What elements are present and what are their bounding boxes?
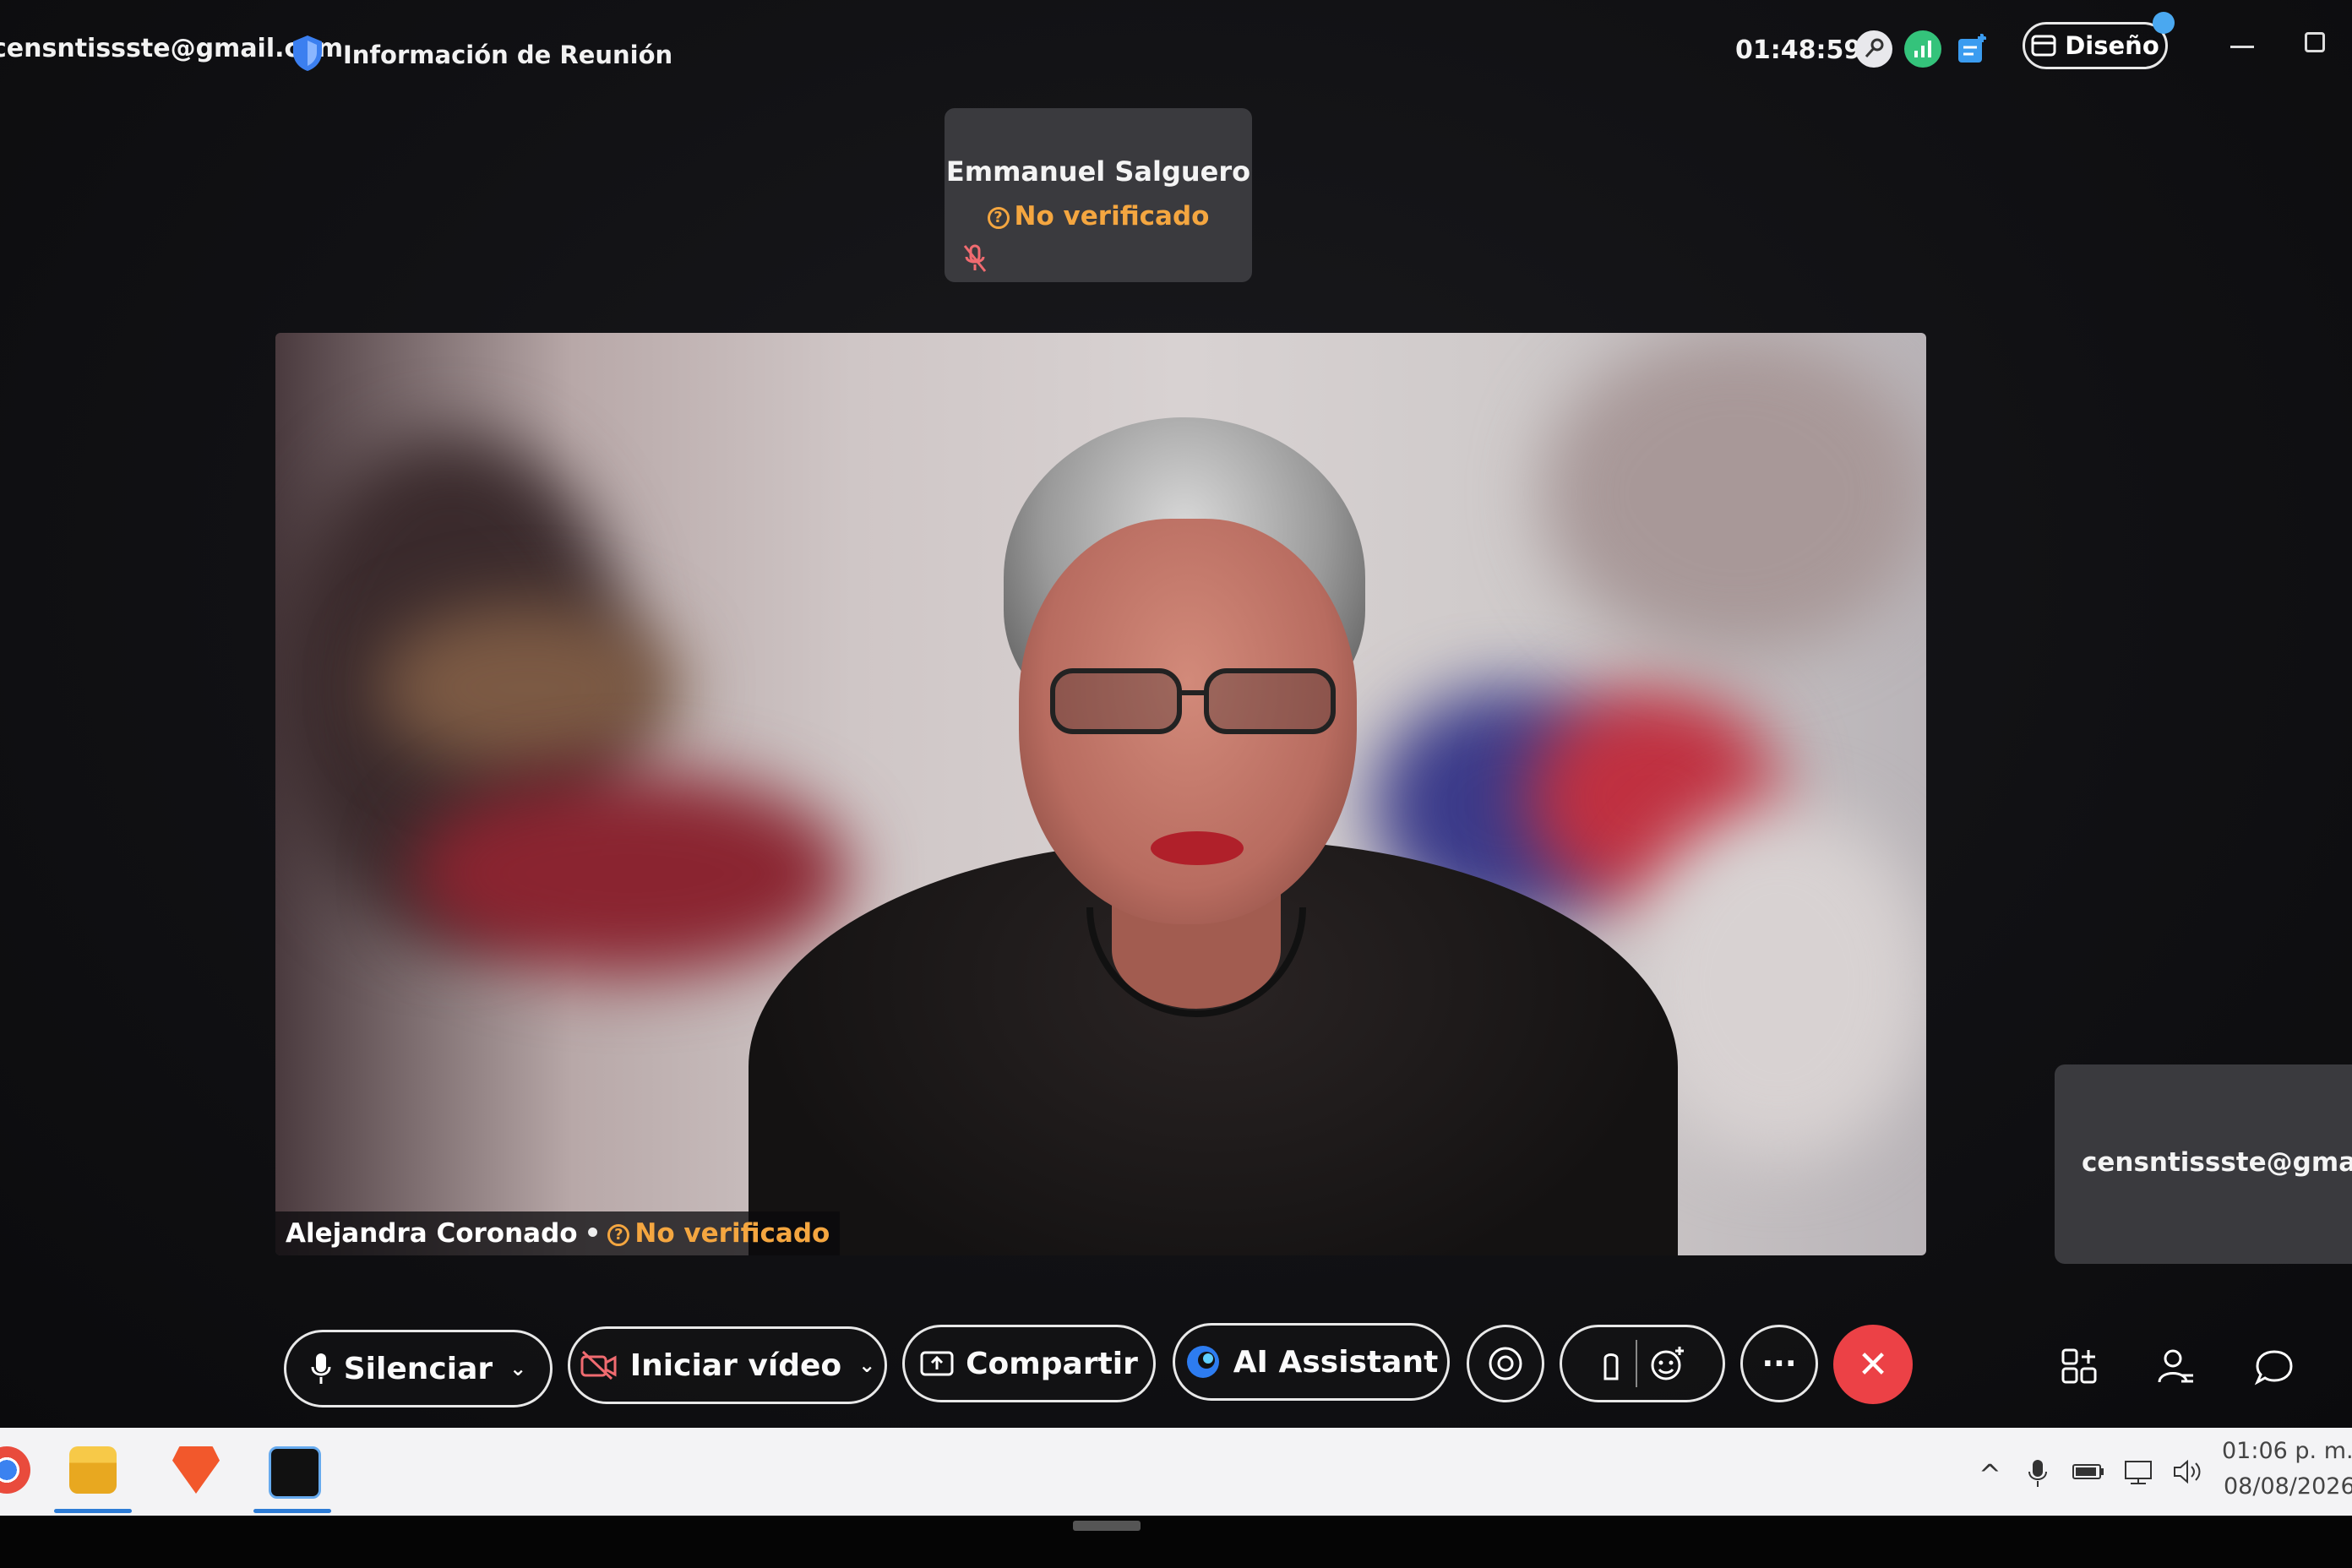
raise-hand-icon[interactable]: [1598, 1345, 1624, 1382]
more-options-button[interactable]: ···: [1740, 1325, 1818, 1402]
chevron-down-icon[interactable]: ⌄: [509, 1357, 526, 1380]
record-button[interactable]: [1467, 1325, 1544, 1402]
os-taskbar: ^ 01:06 p. m. 08/08/2026: [0, 1428, 2352, 1516]
stats-icon[interactable]: [1904, 30, 1941, 68]
ai-assistant-button[interactable]: AI Assistant: [1173, 1323, 1450, 1401]
folder-icon[interactable]: [69, 1446, 117, 1494]
meeting-controls: Silenciar ⌄ Iniciar vídeo ⌄ Compartir AI…: [0, 1301, 2352, 1428]
background-blur: [411, 772, 850, 975]
meeting-timer: 01:48:59: [1735, 35, 1862, 65]
microphone-tray-icon[interactable]: [2028, 1458, 2048, 1489]
background-blur: [1543, 333, 1926, 654]
video-off-icon: [580, 1350, 617, 1380]
shield-icon[interactable]: [291, 34, 324, 73]
meeting-window: censntissste@gmail.com Información de Re…: [0, 0, 2352, 1428]
volume-icon[interactable]: [2171, 1458, 2205, 1485]
clock-time[interactable]: 01:06 p. m.: [2222, 1438, 2352, 1464]
question-icon: ?: [607, 1223, 630, 1246]
apps-icon[interactable]: [2060, 1347, 2100, 1387]
question-icon: ?: [987, 206, 1010, 229]
participant-name: Emmanuel Salguero: [945, 155, 1251, 188]
mute-label: Silenciar: [343, 1351, 493, 1386]
verification-status: ? No verificado: [945, 201, 1252, 231]
monitor-logo: [1073, 1521, 1141, 1531]
monitor-bezel: [0, 1516, 2352, 1568]
chevron-down-icon[interactable]: ⌄: [858, 1353, 875, 1377]
end-call-button[interactable]: ✕: [1833, 1325, 1913, 1404]
participants-icon[interactable]: [2156, 1347, 2197, 1387]
title-bar: censntissste@gmail.com Información de Re…: [0, 0, 2352, 110]
active-app-indicator: [253, 1509, 331, 1513]
notification-dot: [2153, 12, 2175, 34]
participant-tile-top[interactable]: Emmanuel Salguero ? No verificado: [945, 108, 1252, 282]
verification-status: ? No verificado: [607, 1218, 830, 1249]
chrome-icon[interactable]: [0, 1446, 30, 1494]
record-icon: [1489, 1347, 1522, 1380]
network-icon[interactable]: [2122, 1458, 2156, 1485]
ai-assistant-label: AI Assistant: [1233, 1344, 1439, 1380]
chat-icon[interactable]: [2254, 1347, 2295, 1387]
restore-button[interactable]: [2305, 32, 2325, 52]
participant-tile-self[interactable]: censntissste@gmail.com: [2055, 1064, 2352, 1264]
start-video-button[interactable]: Iniciar vídeo ⌄: [568, 1326, 887, 1404]
share-label: Compartir: [966, 1346, 1138, 1381]
end-call-icon: ✕: [1857, 1342, 1889, 1386]
share-icon: [920, 1351, 954, 1376]
mic-icon: [311, 1353, 331, 1384]
notes-icon[interactable]: [1953, 30, 1990, 68]
participant-name: censntissste@gmail.com: [2082, 1147, 2352, 1178]
emoji-reaction-icon[interactable]: [1649, 1345, 1686, 1382]
share-button[interactable]: Compartir: [902, 1325, 1156, 1402]
background-blur: [377, 603, 681, 772]
layout-icon: [2031, 35, 2056, 57]
clock-date[interactable]: 08/08/2026: [2224, 1473, 2352, 1500]
speaker-name: Alejandra Coronado: [286, 1218, 578, 1249]
layout-label: Diseño: [2065, 31, 2159, 60]
layout-button[interactable]: Diseño: [2023, 22, 2168, 69]
webex-icon[interactable]: [269, 1446, 321, 1499]
person-lips: [1151, 831, 1244, 865]
main-video-feed[interactable]: Alejandra Coronado • ? No verificado: [275, 333, 1926, 1255]
name-separator: •: [584, 1218, 602, 1249]
reactions-group: [1560, 1325, 1725, 1402]
more-icon: ···: [1761, 1346, 1797, 1381]
chevron-up-icon[interactable]: ^: [1979, 1458, 2001, 1490]
video-label: Iniciar vídeo: [629, 1348, 842, 1383]
active-app-indicator: [54, 1509, 132, 1513]
minimize-button[interactable]: [2230, 46, 2254, 48]
battery-icon[interactable]: [2072, 1458, 2105, 1484]
glasses: [1050, 668, 1336, 734]
mute-button[interactable]: Silenciar ⌄: [284, 1330, 553, 1407]
ai-assistant-icon: [1186, 1346, 1219, 1378]
brave-icon[interactable]: [172, 1446, 220, 1494]
speaker-name-overlay: Alejandra Coronado • ? No verificado: [275, 1211, 841, 1255]
mic-muted-icon: [963, 244, 987, 272]
key-icon[interactable]: [1855, 30, 1892, 68]
meeting-info-link[interactable]: Información de Reunión: [343, 41, 672, 69]
